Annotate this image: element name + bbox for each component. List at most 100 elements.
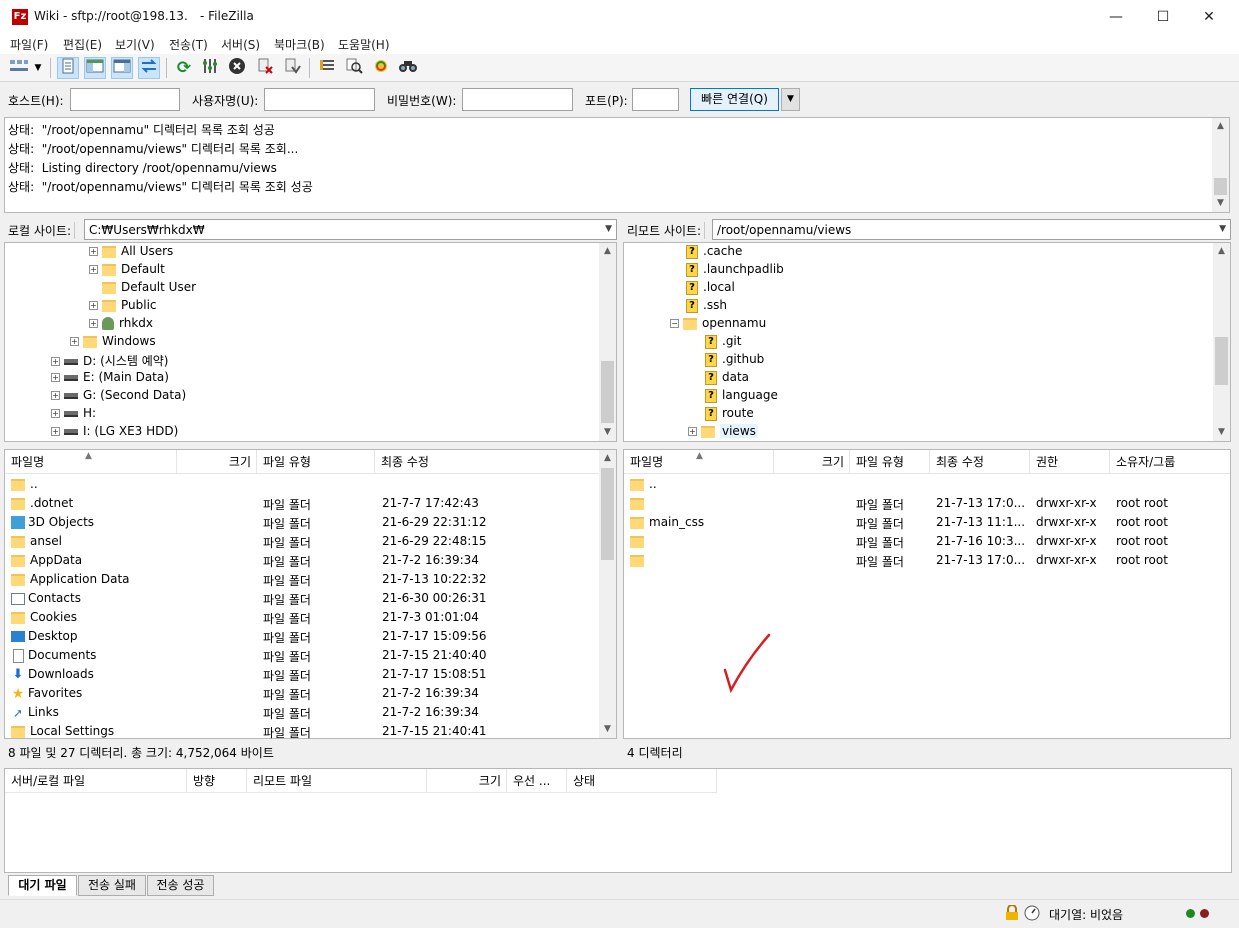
file-row[interactable]: ..: [624, 475, 1230, 494]
scroll-up-icon[interactable]: ▲: [1213, 243, 1230, 260]
reconnect-icon[interactable]: [281, 57, 303, 79]
tree-item[interactable]: + rhkdx: [89, 316, 153, 334]
local-list-scrollbar[interactable]: ▲ ▼: [599, 450, 616, 738]
site-manager-icon[interactable]: [8, 57, 30, 79]
file-row[interactable]: 3D Objects 파일 폴더 21-6-29 22:31:12: [5, 513, 600, 532]
tree-item[interactable]: + Public: [89, 298, 157, 316]
menu-help[interactable]: 도움말(H): [338, 36, 390, 53]
remote-tree-scrollbar[interactable]: ▲ ▼: [1213, 243, 1230, 441]
site-manager-dropdown-icon[interactable]: ▼: [32, 57, 44, 79]
tree-item[interactable]: ? .ssh: [686, 298, 727, 316]
tree-item[interactable]: ? .github: [705, 352, 764, 370]
speed-limit-icon[interactable]: [1024, 905, 1040, 921]
tree-item[interactable]: ? .launchpadlib: [686, 262, 784, 280]
minimize-button[interactable]: —: [1093, 0, 1139, 34]
menu-edit[interactable]: 편집(E): [63, 36, 102, 53]
column-modified[interactable]: 최종 수정: [375, 450, 600, 474]
scroll-down-icon[interactable]: ▼: [599, 721, 616, 738]
expand-icon[interactable]: +: [51, 409, 60, 418]
column-modified[interactable]: 최종 수정: [930, 450, 1030, 474]
quickconnect-button[interactable]: 빠른 연결(Q): [690, 88, 779, 111]
file-row[interactable]: .dotnet 파일 폴더 21-7-7 17:42:43: [5, 494, 600, 513]
file-row[interactable]: Contacts 파일 폴더 21-6-30 00:26:31: [5, 589, 600, 608]
file-row[interactable]: ansel 파일 폴더 21-6-29 22:48:15: [5, 532, 600, 551]
expand-icon[interactable]: +: [89, 247, 98, 256]
menu-server[interactable]: 서버(S): [221, 36, 260, 53]
tree-item[interactable]: + D: (시스템 예약): [51, 352, 168, 370]
close-button[interactable]: ✕: [1186, 0, 1232, 34]
password-input[interactable]: [462, 88, 573, 111]
maximize-button[interactable]: ☐: [1140, 0, 1186, 34]
tree-item[interactable]: + E: (Main Data): [51, 370, 169, 388]
file-row[interactable]: ..: [5, 475, 600, 494]
disconnect-icon[interactable]: [254, 57, 276, 79]
menu-view[interactable]: 보기(V): [115, 36, 155, 53]
host-input[interactable]: [70, 88, 180, 111]
column-type[interactable]: 파일 유형: [257, 450, 375, 474]
file-row[interactable]: 파일 폴더 21-7-13 17:0... drwxr-xr-x root root: [624, 494, 1230, 513]
queue-column-status[interactable]: 상태: [567, 769, 717, 793]
toggle-log-icon[interactable]: [57, 57, 79, 79]
process-queue-icon[interactable]: [199, 57, 221, 79]
menu-bookmarks[interactable]: 북마크(B): [274, 36, 325, 53]
tree-item[interactable]: ? .cache: [686, 244, 742, 262]
sync-browse-icon[interactable]: [370, 57, 392, 79]
collapse-icon[interactable]: −: [670, 319, 679, 328]
file-row[interactable]: ★ Favorites 파일 폴더 21-7-2 16:39:34: [5, 684, 600, 703]
tree-item[interactable]: Default User: [102, 280, 196, 298]
filter-icon[interactable]: [316, 57, 338, 79]
column-owner[interactable]: 소유자/그룹: [1110, 450, 1230, 474]
queue-column-direction[interactable]: 방향: [187, 769, 247, 793]
toggle-local-tree-icon[interactable]: [84, 57, 106, 79]
log-scrollbar[interactable]: ▲ ▼: [1212, 118, 1229, 212]
scroll-thumb[interactable]: [1214, 178, 1227, 195]
scroll-down-icon[interactable]: ▼: [1213, 424, 1230, 441]
toggle-remote-tree-icon[interactable]: [111, 57, 133, 79]
tree-item[interactable]: ? data: [705, 370, 749, 388]
column-type[interactable]: 파일 유형: [850, 450, 930, 474]
menu-transfer[interactable]: 전송(T): [169, 36, 208, 53]
file-row[interactable]: Local Settings 파일 폴더 21-7-15 21:40:41: [5, 722, 600, 741]
tree-item[interactable]: ? .git: [705, 334, 741, 352]
refresh-icon[interactable]: ⟳: [173, 57, 195, 79]
tree-item[interactable]: + Default: [89, 262, 165, 280]
tree-item[interactable]: ? route: [705, 406, 754, 424]
column-name[interactable]: 파일명 ▲: [5, 450, 177, 474]
tree-item[interactable]: + Windows: [70, 334, 156, 352]
compare-icon[interactable]: [343, 57, 365, 79]
search-icon[interactable]: [397, 57, 419, 79]
tree-item-selected[interactable]: + views: [688, 424, 758, 442]
tree-item[interactable]: ? .local: [686, 280, 735, 298]
username-input[interactable]: [264, 88, 375, 111]
expand-icon[interactable]: +: [70, 337, 79, 346]
file-row[interactable]: 파일 폴더 21-7-13 17:0... drwxr-xr-x root root: [624, 551, 1230, 570]
scroll-down-icon[interactable]: ▼: [1212, 195, 1229, 212]
expand-icon[interactable]: +: [89, 301, 98, 310]
column-permissions[interactable]: 권한: [1030, 450, 1110, 474]
chevron-down-icon[interactable]: ▼: [1219, 224, 1226, 234]
toggle-queue-icon[interactable]: [138, 57, 160, 79]
tree-item[interactable]: − opennamu: [670, 316, 766, 334]
scroll-down-icon[interactable]: ▼: [599, 424, 616, 441]
expand-icon[interactable]: +: [89, 265, 98, 274]
file-row[interactable]: Documents 파일 폴더 21-7-15 21:40:40: [5, 646, 600, 665]
expand-icon[interactable]: +: [51, 427, 60, 436]
queue-column-remote[interactable]: 리모트 파일: [247, 769, 427, 793]
file-row[interactable]: AppData 파일 폴더 21-7-2 16:39:34: [5, 551, 600, 570]
column-name[interactable]: 파일명 ▲: [624, 450, 774, 474]
local-path-combo[interactable]: C:₩Users₩rhkdx₩ ▼: [84, 219, 617, 240]
file-row[interactable]: ➚ Links 파일 폴더 21-7-2 16:39:34: [5, 703, 600, 722]
menu-file[interactable]: 파일(F): [10, 36, 48, 53]
tree-item[interactable]: + I: (LG XE3 HDD): [51, 424, 178, 442]
expand-icon[interactable]: +: [89, 319, 98, 328]
expand-icon[interactable]: +: [51, 373, 60, 382]
remote-path-combo[interactable]: /root/opennamu/views ▼: [712, 219, 1231, 240]
file-row[interactable]: 파일 폴더 21-7-16 10:3... drwxr-xr-x root root: [624, 532, 1230, 551]
expand-icon[interactable]: +: [51, 391, 60, 400]
tree-item[interactable]: + G: (Second Data): [51, 388, 186, 406]
tree-item[interactable]: + H:: [51, 406, 96, 424]
scroll-up-icon[interactable]: ▲: [599, 243, 616, 260]
scroll-thumb[interactable]: [601, 468, 614, 560]
cancel-icon[interactable]: [226, 57, 248, 79]
scroll-thumb[interactable]: [601, 361, 614, 423]
